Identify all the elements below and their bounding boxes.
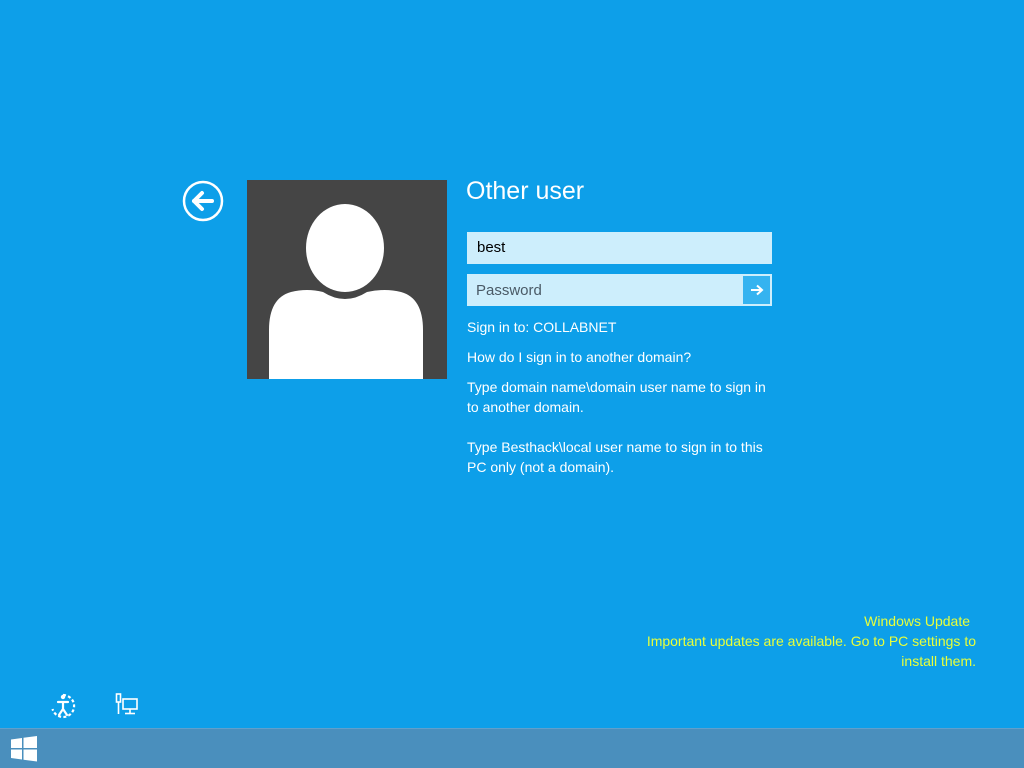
password-field[interactable] [467,274,741,306]
ease-of-access-icon [51,693,76,719]
back-arrow-icon [182,180,224,222]
submit-button[interactable] [741,274,772,306]
help-text-local-line2: PC only (not a domain). [467,459,615,475]
help-text-local: Type Besthack\local user name to sign in… [467,437,797,477]
avatar [247,180,447,379]
sign-in-domain-label: Sign in to: COLLABNET [467,319,617,335]
ease-of-access-button[interactable] [49,692,77,720]
page-title: Other user [466,177,585,205]
password-container [467,274,772,306]
windows-update-line2: install them. [901,653,976,669]
network-icon [115,693,138,715]
windows-update-line1: Important updates are available. Go to P… [646,633,976,649]
start-button[interactable] [6,735,42,763]
arrow-right-icon [750,284,763,296]
help-text-domain-line1: Type domain name\domain user name to sig… [467,379,766,395]
help-text-domain-line2: to another domain. [467,399,584,415]
taskbar [0,728,1024,768]
network-button[interactable] [114,692,140,718]
back-button[interactable] [182,180,224,222]
username-field[interactable] [467,232,772,264]
windows-update-title: Windows Update [864,613,970,629]
windows-logo-icon [11,736,37,762]
help-text-domain: Type domain name\domain user name to sig… [467,377,797,417]
help-text-local-line1: Type Besthack\local user name to sign in… [467,439,763,455]
windows-update-notice: Windows Update Important updates are ava… [576,611,976,671]
user-silhouette-icon [269,204,423,379]
help-link[interactable]: How do I sign in to another domain? [467,347,797,367]
